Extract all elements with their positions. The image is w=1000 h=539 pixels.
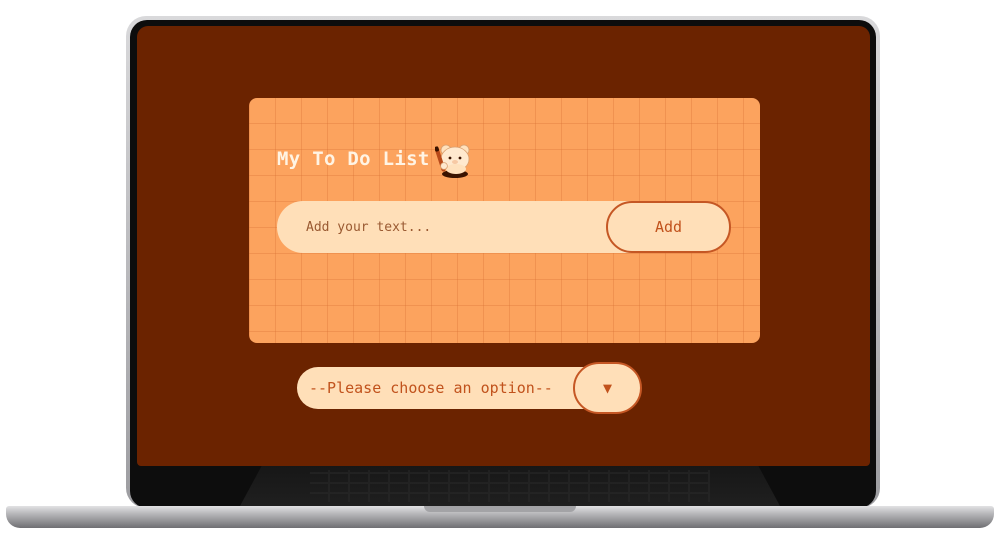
add-button[interactable]: Add [606, 201, 731, 253]
add-task-row: Add [277, 201, 732, 253]
chevron-down-icon[interactable]: ▼ [573, 362, 642, 414]
filter-select-value[interactable]: --Please choose an option-- [297, 367, 597, 409]
task-text-input[interactable] [277, 201, 637, 253]
laptop-mockup: My To Do List Add --Please choose an [0, 0, 1000, 539]
bear-with-pencil-icon [435, 144, 470, 178]
filter-select[interactable]: --Please choose an option-- ▼ [297, 362, 643, 414]
todo-card: My To Do List Add [249, 98, 760, 343]
laptop-keyboard [240, 466, 780, 506]
app-title: My To Do List [277, 148, 430, 170]
app-screen: My To Do List Add --Please choose an [137, 26, 870, 466]
laptop-base-notch [424, 506, 576, 512]
